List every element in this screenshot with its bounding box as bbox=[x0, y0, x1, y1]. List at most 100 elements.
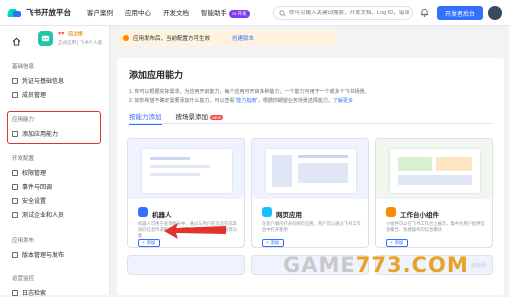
app-name-text: ♥♥ bbox=[58, 31, 65, 37]
tab-by-scenario-label: 按场景添加 bbox=[175, 114, 209, 121]
capability-guide-link[interactable]: “能力指南” bbox=[235, 98, 258, 104]
sidebar-item-label: 版本管理与发布 bbox=[22, 253, 65, 259]
preview-window bbox=[390, 149, 480, 193]
sidebar-item-label: 日志检索 bbox=[22, 291, 47, 297]
app-subtitle: 正式应用 | 飞书个人版 bbox=[58, 40, 103, 45]
notice-text: 应用发布后，当前配置方可生效 bbox=[133, 36, 211, 42]
robot-icon bbox=[138, 207, 148, 217]
card-title: 机器人 bbox=[152, 212, 172, 219]
user-avatar[interactable] bbox=[488, 6, 502, 20]
sidebar-item-label: 安全设置 bbox=[22, 199, 47, 205]
desc2-text: 2. 如你希望不确定需要添加什么能力，可以查看 bbox=[129, 98, 235, 104]
web-app-preview-image bbox=[252, 139, 368, 199]
card-description: 小组件可以在飞书工作台上展示，集中为用户提供信息聚合、快捷操作的信息模块 bbox=[386, 221, 485, 232]
add-web-app-button[interactable]: + 添加 bbox=[262, 239, 284, 247]
nav-ai-assistant-label: 智能助手 bbox=[201, 10, 227, 17]
section-title-release: 应用发布 bbox=[12, 238, 35, 244]
sidebar-item-permissions[interactable]: 权限管理 bbox=[12, 168, 46, 177]
top-navigation-bar: 飞书开放平台 客户案例 应用中心 开发文档 智能助手 AI 开发 bbox=[0, 0, 509, 26]
warning-icon bbox=[123, 35, 129, 41]
developer-console-button[interactable]: 开发者后台 bbox=[437, 6, 483, 20]
watermark-suffix: .COM bbox=[402, 253, 469, 277]
new-badge: NEW bbox=[210, 115, 224, 120]
preview-window bbox=[142, 149, 232, 193]
notification-bell-icon[interactable] bbox=[420, 8, 429, 17]
test-users-icon bbox=[12, 211, 18, 218]
description-line-2: 2. 如你希望不确定需要添加什么能力，可以查看“能力指南”，根据你期望业务场景选… bbox=[129, 97, 353, 104]
card-description: 在客户端内打开的网页应用，用户可以通过飞书工作台中打开使用 bbox=[262, 221, 361, 232]
sidebar-item-credentials[interactable]: 凭证与基础信息 bbox=[12, 76, 64, 85]
page-title: 添加应用能力 bbox=[129, 70, 184, 80]
card-title: 工作台小组件 bbox=[400, 212, 439, 219]
events-icon bbox=[12, 183, 18, 190]
sidebar: ♥♥ 已上线 正式应用 | 飞书个人版 基础信息 凭证与基础信息 成员管理 应用能… bbox=[0, 26, 110, 297]
sidebar-item-test-users[interactable]: 测试企业和人员 bbox=[12, 210, 64, 219]
add-widget-button[interactable]: + 添加 bbox=[386, 239, 408, 247]
add-bot-button[interactable]: + 添加 bbox=[138, 239, 160, 247]
widget-preview-image bbox=[376, 139, 492, 199]
logo-text: 飞书开放平台 bbox=[26, 8, 71, 17]
search-box[interactable] bbox=[273, 6, 413, 20]
create-version-link[interactable]: 创建版本 bbox=[232, 34, 254, 42]
red-arrow-annotation-icon bbox=[164, 223, 226, 239]
section-title-basic-info: 基础信息 bbox=[12, 64, 35, 70]
app-status-tag: 已上线 bbox=[66, 31, 85, 36]
app-icon bbox=[38, 31, 53, 46]
sidebar-item-label: 测试企业和人员 bbox=[22, 213, 65, 219]
desc2-tail: ，根据你期望业务场景选择能力， bbox=[257, 98, 333, 104]
capability-card-row2[interactable] bbox=[127, 255, 245, 275]
preview-bar bbox=[150, 157, 190, 160]
robot-face-icon bbox=[41, 35, 50, 42]
preview-bar bbox=[150, 165, 210, 168]
section-title-monitoring: 运营监控 bbox=[12, 276, 35, 282]
shield-icon bbox=[12, 197, 18, 204]
preview-bar bbox=[298, 155, 348, 158]
search-input[interactable] bbox=[289, 10, 409, 16]
sidebar-item-security[interactable]: 安全设置 bbox=[12, 196, 46, 205]
sidebar-item-label: 事件与回调 bbox=[22, 185, 53, 191]
sidebar-item-logs[interactable]: 日志检索 bbox=[12, 288, 46, 297]
section-title-dev-config: 开发配置 bbox=[12, 156, 35, 162]
home-icon[interactable] bbox=[12, 37, 21, 46]
sidebar-item-versions[interactable]: 版本管理与发布 bbox=[12, 250, 64, 259]
search-icon bbox=[279, 9, 286, 17]
versions-icon bbox=[12, 251, 18, 258]
nav-customer-cases[interactable]: 客户案例 bbox=[87, 7, 113, 18]
preview-sidebar bbox=[272, 155, 292, 187]
bot-preview-image bbox=[128, 139, 244, 199]
nav-ai-assistant[interactable]: 智能助手 AI 开发 bbox=[201, 7, 250, 18]
sidebar-item-label: 权限管理 bbox=[22, 171, 47, 177]
nav-app-center[interactable]: 应用中心 bbox=[125, 7, 151, 18]
app-name: ♥♥ 已上线 bbox=[58, 31, 85, 37]
watermark-sub: 游戏网 bbox=[470, 262, 486, 269]
watermark-logo: GAME773.COM 游戏网 bbox=[283, 253, 486, 277]
description-line-1: 1. 你可以根据实际需求，为应用开启能力，每个应用可开启多种能力，一个能力可用于… bbox=[129, 89, 370, 95]
logo[interactable]: 飞书开放平台 bbox=[6, 7, 71, 19]
nav-dev-docs[interactable]: 开发文档 bbox=[163, 7, 189, 18]
notice-banner: 应用发布后，当前配置方可生效 创建版本 bbox=[117, 30, 335, 46]
top-nav: 客户案例 应用中心 开发文档 智能助手 AI 开发 bbox=[87, 7, 262, 18]
watermark-number: 773 bbox=[355, 253, 403, 277]
sidebar-item-events[interactable]: 事件与回调 bbox=[12, 182, 52, 191]
web-app-icon bbox=[262, 207, 272, 217]
capability-card-widget[interactable]: 工作台小组件 小组件可以在飞书工作台上展示，集中为用户提供信息聚合、快捷操作的信… bbox=[375, 138, 493, 248]
sidebar-item-members[interactable]: 成员管理 bbox=[12, 90, 46, 99]
preview-block bbox=[398, 157, 432, 171]
members-icon bbox=[12, 91, 18, 98]
permissions-icon bbox=[12, 169, 18, 176]
card-title: 网页应用 bbox=[276, 212, 302, 219]
preview-bar bbox=[150, 173, 200, 176]
preview-block bbox=[436, 157, 472, 171]
ai-badge: AI 开发 bbox=[229, 10, 250, 18]
learn-more-link[interactable]: 了解更多 bbox=[333, 98, 353, 104]
watermark-prefix: GAME bbox=[283, 253, 356, 277]
credentials-icon bbox=[12, 77, 18, 84]
tab-divider bbox=[129, 123, 494, 124]
preview-block bbox=[298, 163, 348, 183]
feishu-logo-icon bbox=[6, 7, 22, 19]
highlight-box-add-capability bbox=[7, 111, 101, 144]
sidebar-item-label: 成员管理 bbox=[22, 93, 47, 99]
capability-card-web-app[interactable]: 网页应用 在客户端内打开的网页应用，用户可以通过飞书工作台中打开使用 + 添加 bbox=[251, 138, 369, 248]
watermark-text: GAME773.COM bbox=[283, 253, 469, 277]
sidebar-item-label: 凭证与基础信息 bbox=[22, 79, 65, 85]
